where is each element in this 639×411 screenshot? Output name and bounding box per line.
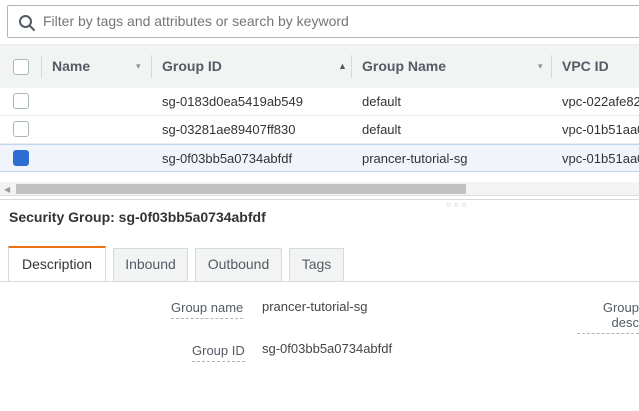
- property-label-group-id: Group ID: [192, 343, 245, 362]
- row-checkbox[interactable]: [13, 121, 29, 137]
- tab-outbound[interactable]: Outbound: [195, 248, 282, 281]
- row-checkbox-checked[interactable]: [13, 150, 29, 166]
- column-separator: [551, 55, 552, 78]
- detail-title: Security Group: sg-0f03bb5a0734abfdf: [9, 209, 266, 225]
- search-bar[interactable]: [7, 5, 639, 38]
- column-header-group-id[interactable]: Group ID ▲: [151, 45, 351, 88]
- cell-vpc-id[interactable]: vpc-022afe82: [562, 94, 639, 109]
- column-header-name[interactable]: Name ▾: [41, 45, 151, 88]
- cell-group-name: default: [362, 122, 402, 137]
- sort-down-icon[interactable]: ▾: [538, 61, 543, 72]
- column-header-label: VPC ID: [562, 58, 609, 74]
- table-row[interactable]: sg-0183d0ea5419ab549 default vpc-022afe8…: [0, 88, 639, 116]
- property-value-group-name: prancer-tutorial-sg: [262, 299, 368, 314]
- pane-splitter[interactable]: [0, 199, 639, 200]
- table-header: Name ▾ Group ID ▲ Group Name ▾ VPC ID: [0, 44, 639, 89]
- tab-tags[interactable]: Tags: [289, 248, 344, 281]
- scrollbar-border: [0, 195, 639, 196]
- column-header-group-name[interactable]: Group Name ▾: [351, 45, 551, 88]
- scroll-left-icon[interactable]: ◀: [4, 185, 10, 194]
- cell-group-id: sg-03281ae89407ff830: [162, 122, 296, 137]
- table-row-selected[interactable]: sg-0f03bb5a0734abfdf prancer-tutorial-sg…: [0, 144, 639, 172]
- row-checkbox[interactable]: [13, 93, 29, 109]
- column-header-label: Name: [52, 58, 91, 74]
- column-header-label: Group Name: [362, 58, 447, 74]
- select-all-checkbox[interactable]: [13, 59, 29, 75]
- tab-description[interactable]: Description: [8, 246, 106, 281]
- sort-up-icon[interactable]: ▲: [338, 61, 347, 71]
- column-header-vpc-id[interactable]: VPC ID: [551, 45, 639, 88]
- detail-tabs: Description Inbound Outbound Tags: [0, 246, 639, 282]
- cell-group-id: sg-0183d0ea5419ab549: [162, 94, 303, 109]
- property-label-group-name: Group name: [171, 300, 244, 319]
- resize-grip-icon[interactable]: ○○○: [446, 200, 470, 209]
- cell-group-name: prancer-tutorial-sg: [362, 151, 468, 166]
- table-row[interactable]: sg-03281ae89407ff830 default vpc-01b51aa…: [0, 116, 639, 144]
- tab-inbound[interactable]: Inbound: [113, 248, 188, 281]
- cell-group-id: sg-0f03bb5a0734abfdf: [162, 151, 293, 166]
- cell-vpc-id[interactable]: vpc-01b51aa0: [562, 151, 639, 166]
- column-separator: [151, 55, 152, 78]
- search-icon: [19, 15, 35, 31]
- cell-vpc-id[interactable]: vpc-01b51aa0: [562, 122, 639, 137]
- property-value-group-id: sg-0f03bb5a0734abfdf: [262, 341, 393, 356]
- property-label-group-desc: Group desc: [577, 300, 639, 334]
- cell-group-name: default: [362, 94, 402, 109]
- scrollbar-thumb[interactable]: [16, 184, 466, 194]
- search-input[interactable]: [43, 6, 603, 37]
- column-separator: [351, 55, 352, 78]
- horizontal-scrollbar[interactable]: ◀: [0, 182, 639, 196]
- column-separator: [41, 55, 42, 78]
- sort-down-icon[interactable]: ▾: [136, 61, 141, 72]
- column-header-label: Group ID: [162, 58, 222, 74]
